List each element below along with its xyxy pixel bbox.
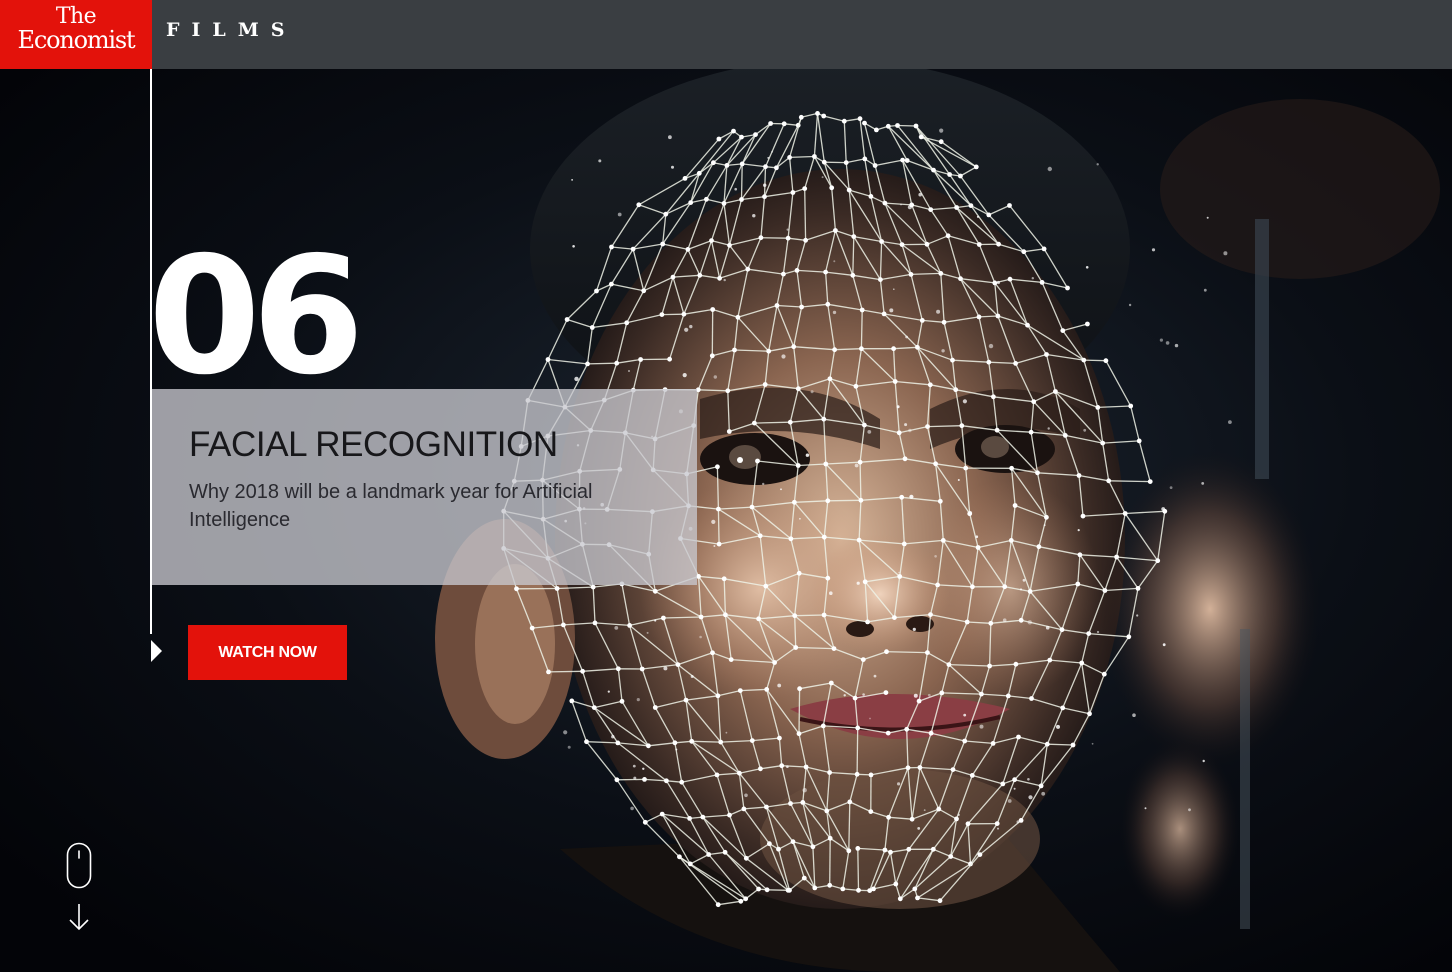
logo-line-1: The	[55, 4, 97, 29]
watch-now-button[interactable]: WATCH NOW	[188, 625, 347, 680]
economist-logo[interactable]: The Economist	[0, 0, 152, 69]
story-panel: FACIAL RECOGNITION Why 2018 will be a la…	[152, 389, 697, 585]
site-header: The Economist FILMS	[0, 0, 1452, 69]
arrow-down-icon	[69, 904, 89, 931]
triangle-right-icon	[151, 640, 162, 662]
logo-line-2: Economist	[17, 26, 136, 54]
page: The Economist FILMS 06 FACIAL RECOGNITIO…	[0, 0, 1452, 972]
story-subtitle: Why 2018 will be a landmark year for Art…	[189, 481, 593, 531]
scroll-down-hint[interactable]	[62, 842, 96, 934]
story-number: 06	[148, 223, 364, 411]
films-section-link[interactable]: FILMS	[166, 19, 297, 41]
story-title: FACIAL RECOGNITION	[189, 425, 558, 464]
mouse-icon	[66, 842, 92, 889]
